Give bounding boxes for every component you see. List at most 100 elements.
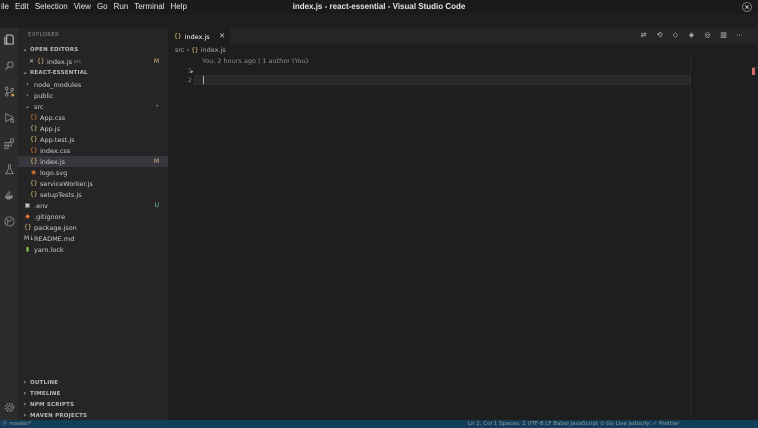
changes-dot-badge: •	[155, 103, 159, 110]
open-editors-label: OPEN EDITORS	[30, 46, 79, 53]
tree-item-label: App.css	[40, 113, 66, 122]
npm-scripts-header[interactable]: › NPM SCRIPTS	[22, 401, 74, 408]
outline-header[interactable]: › OUTLINE	[22, 379, 58, 386]
project-header[interactable]: ⌄ REACT-ESSENTIAL	[22, 69, 88, 76]
npm-scripts-label: NPM SCRIPTS	[30, 401, 75, 408]
menu-run[interactable]: Run	[111, 0, 132, 14]
tree-item-index-js[interactable]: {} index.js M	[18, 156, 168, 167]
tree-item-src[interactable]: ⌄ src •	[18, 101, 168, 112]
menu-view[interactable]: View	[71, 0, 94, 14]
close-icon[interactable]: ✕	[28, 58, 35, 65]
manage-gear-icon[interactable]	[2, 400, 16, 414]
activity-bar	[0, 28, 18, 420]
tree-item-readme-md[interactable]: M↓ README.md	[18, 233, 168, 244]
tree-item-label: index.css	[40, 146, 71, 155]
modified-badge: M	[153, 58, 159, 65]
tree-item-env[interactable]: ▣ .env U	[18, 200, 168, 211]
breadcrumb-folder[interactable]: src	[175, 46, 185, 54]
js-file-icon: {}	[30, 191, 38, 198]
status-right-items[interactable]: Ln 2, Col 1 Spaces: 2 UTF-8 LF Babel Jav…	[468, 420, 679, 428]
tree-item-public[interactable]: › public	[18, 90, 168, 101]
timeline-label: TIMELINE	[30, 390, 61, 397]
code-editor[interactable]: You, 2 hours ago | 1 author (You) 1 2 ▸	[168, 55, 758, 420]
tree-item-label: .gitignore	[34, 212, 66, 221]
menu-go[interactable]: Go	[94, 0, 111, 14]
go-live-icon[interactable]: ◎	[703, 31, 712, 40]
tree-item-label: public	[34, 91, 54, 100]
navigate-back-icon[interactable]: ◇	[671, 31, 680, 40]
chevron-down-icon: ⌄	[22, 69, 28, 76]
open-editor-item[interactable]: ✕ {} index.js src M	[18, 56, 168, 67]
window-close-button[interactable]	[742, 2, 752, 12]
tree-item-package-json[interactable]: {} package.json	[18, 222, 168, 233]
tree-item-label: setupTests.js	[40, 190, 82, 199]
maven-projects-header[interactable]: › MAVEN PROJECTS	[22, 412, 87, 419]
tree-item-serviceworker-js[interactable]: {} serviceWorker.js	[18, 178, 168, 189]
source-control-icon[interactable]	[2, 84, 16, 98]
modified-badge: M	[153, 158, 159, 165]
tree-item-label: serviceWorker.js	[40, 179, 93, 188]
tree-item-app-test-js[interactable]: {} App.test.js	[18, 134, 168, 145]
extensions-icon[interactable]	[2, 136, 16, 150]
chevron-down-icon: ⌄	[24, 103, 31, 110]
tree-item-app-js[interactable]: {} App.js	[18, 123, 168, 134]
menu-selection[interactable]: Selection	[32, 0, 71, 14]
split-editor-icon[interactable]: ▥	[719, 31, 728, 40]
menu-help[interactable]: Help	[168, 0, 190, 14]
docker-icon[interactable]	[2, 188, 16, 202]
line-number: 2	[187, 76, 192, 84]
text-cursor	[203, 76, 204, 84]
tree-item-gitignore[interactable]: ◆ .gitignore	[18, 211, 168, 222]
close-icon	[742, 2, 752, 12]
chevron-down-icon: ⌄	[22, 46, 28, 53]
editor-actions: ⇄ ⟲ ◇ ◈ ◎ ▥ ⋯	[639, 31, 744, 40]
breadcrumb-file[interactable]: index.js	[201, 46, 226, 54]
tree-item-label: App.js	[40, 124, 60, 133]
timeline-header[interactable]: › TIMELINE	[22, 390, 61, 397]
chevron-right-icon: ›	[26, 81, 29, 88]
chevron-right-icon: ›	[23, 390, 27, 397]
menu-terminal[interactable]: Terminal	[131, 0, 167, 14]
markdown-icon: M↓	[24, 235, 35, 242]
tree-item-setuptests-js[interactable]: {} setupTests.js	[18, 189, 168, 200]
tree-item-label: .env	[34, 201, 49, 210]
open-editors-header[interactable]: ⌄ OPEN EDITORS	[22, 46, 78, 53]
menu-file[interactable]: ile	[0, 0, 12, 14]
js-file-icon: {}	[30, 136, 38, 143]
yarn-file-icon: ▮	[25, 246, 30, 253]
outline-label: OUTLINE	[30, 379, 59, 386]
tree-item-node-modules[interactable]: › node_modules	[18, 79, 168, 90]
run-debug-icon[interactable]	[2, 110, 16, 124]
status-branch[interactable]: ⓟ master*	[2, 420, 31, 428]
open-changes-icon[interactable]: ⇄	[639, 31, 648, 40]
gitlens-icon[interactable]	[2, 214, 16, 228]
tree-item-index-css[interactable]: {} index.css	[18, 145, 168, 156]
testing-flask-icon[interactable]	[2, 162, 16, 176]
tree-item-label: package.json	[34, 223, 77, 232]
explorer-icon[interactable]	[2, 32, 16, 46]
tree-item-logo-svg[interactable]: ◉ logo.svg	[18, 167, 168, 178]
tree-item-label: README.md	[34, 234, 75, 243]
js-file-icon: {}	[174, 33, 182, 40]
navigate-forward-icon[interactable]: ◈	[687, 31, 696, 40]
tree-item-app-css[interactable]: {} App.css	[18, 112, 168, 123]
open-editor-folder: src	[74, 58, 82, 65]
tree-item-label: App.test.js	[40, 135, 75, 144]
compare-previous-icon[interactable]: ⟲	[655, 31, 664, 40]
tree-item-label: logo.svg	[40, 168, 68, 177]
tree-item-yarn-lock[interactable]: ▮ yarn.lock	[18, 244, 168, 255]
current-line-highlight	[194, 75, 690, 85]
close-icon[interactable]: ✕	[219, 32, 225, 40]
css-file-icon: {}	[30, 114, 38, 121]
chevron-right-icon: ›	[23, 379, 27, 386]
more-actions-icon[interactable]: ⋯	[735, 31, 744, 40]
chevron-right-icon: ›	[23, 412, 27, 419]
codelens-blame[interactable]: You, 2 hours ago | 1 author (You)	[202, 57, 308, 65]
tab-index-js[interactable]: {} index.js ✕	[168, 28, 230, 44]
git-icon: ◆	[25, 213, 30, 220]
menu-edit[interactable]: Edit	[12, 0, 32, 14]
search-icon[interactable]	[2, 58, 16, 72]
breadcrumb-separator-icon: ›	[186, 46, 190, 54]
js-file-icon: {}	[30, 158, 38, 165]
tab-label: index.js	[184, 32, 210, 41]
